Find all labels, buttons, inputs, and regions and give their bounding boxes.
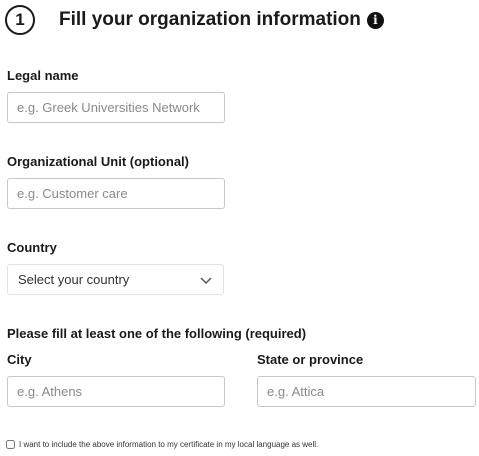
state-input[interactable] — [257, 376, 476, 407]
country-label: Country — [7, 240, 57, 255]
page-title: Fill your organization information i — [59, 9, 384, 31]
org-unit-input[interactable] — [7, 178, 225, 209]
country-select-value: Select your country — [18, 272, 130, 287]
city-input[interactable] — [7, 376, 225, 407]
local-language-option: I want to include the above information … — [6, 440, 318, 449]
local-language-label: I want to include the above information … — [19, 440, 319, 449]
legal-name-input[interactable] — [7, 92, 225, 123]
page-title-text: Fill your organization information — [59, 9, 361, 30]
org-unit-label: Organizational Unit (optional) — [7, 154, 189, 169]
legal-name-label: Legal name — [7, 68, 79, 83]
step-number: 1 — [15, 10, 25, 29]
location-heading: Please fill at least one of the followin… — [7, 326, 307, 341]
state-label: State or province — [257, 352, 364, 367]
country-select[interactable]: Select your country — [7, 264, 224, 295]
local-language-checkbox[interactable] — [6, 440, 15, 449]
info-icon[interactable]: i — [366, 11, 384, 29]
step-number-badge: 1 — [5, 5, 35, 35]
chevron-down-icon — [200, 276, 212, 284]
city-label: City — [7, 352, 32, 367]
